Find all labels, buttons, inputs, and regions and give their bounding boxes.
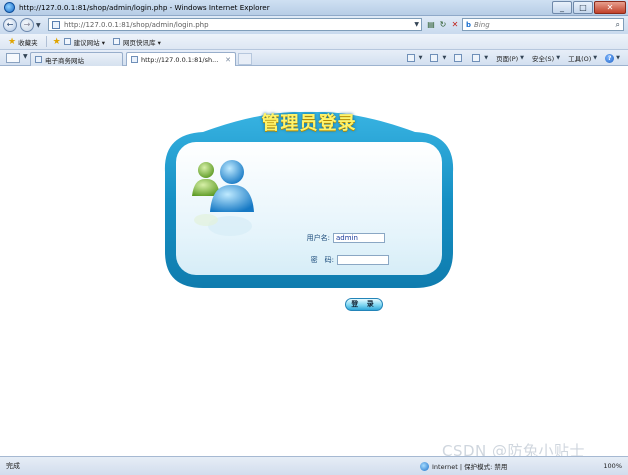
chevron-down-icon: ▼ — [418, 55, 423, 61]
history-dropdown-icon[interactable]: ▼ — [36, 22, 41, 29]
password-input[interactable] — [337, 255, 389, 265]
print-button[interactable]: ▼ — [472, 54, 488, 62]
favorites-star-icon: ★ — [8, 36, 17, 47]
chevron-down-icon: ▼ — [616, 55, 620, 61]
favorites-button[interactable]: ★ 收藏夹 — [8, 37, 38, 47]
username-row: 用户名: admin — [300, 233, 385, 243]
print-icon — [472, 54, 481, 62]
web-slice-gallery-label: 网页快讯库 ▾ — [123, 38, 161, 47]
password-label: 密 码: — [310, 256, 334, 264]
security-zone[interactable]: Internet | 保护模式: 禁用 — [420, 461, 507, 471]
suggested-sites-link[interactable]: 建议网站 ▾ — [63, 37, 105, 47]
window-controls: _ □ ✕ — [551, 1, 626, 14]
forward-button[interactable]: → — [20, 18, 34, 32]
address-input[interactable]: http://127.0.0.1:81/shop/admin/login.php… — [48, 18, 422, 31]
tab-bar: ▼ 电子商务网站 http://127.0.0.1:81/sh... ✕ ▼ ▼… — [0, 50, 628, 66]
new-tab-button[interactable] — [238, 53, 252, 65]
page-menu-label: 页面(P) — [496, 55, 519, 63]
globe-icon — [420, 461, 429, 471]
quick-tabs-icon[interactable] — [6, 53, 20, 63]
home-button[interactable]: ▼ — [406, 54, 423, 62]
home-icon — [406, 54, 415, 62]
favorites-bar: ★ 收藏夹 ★ 建议网站 ▾ 网页快讯库 ▾ — [0, 34, 628, 50]
favorites-divider — [45, 36, 47, 47]
status-text: 完成 — [6, 462, 20, 470]
web-slice-gallery-link[interactable]: 网页快讯库 ▾ — [113, 37, 161, 47]
feed-icon — [430, 54, 439, 62]
safety-menu-label: 安全(S) — [532, 55, 555, 63]
tab-list-dropdown-icon[interactable]: ▼ — [23, 53, 28, 60]
login-button[interactable]: 登 录 — [345, 298, 383, 311]
bing-logo-icon: b — [466, 20, 472, 29]
add-favorite-icon[interactable]: ★ — [53, 37, 61, 47]
tab-label: http://127.0.0.1:81/sh... — [141, 55, 219, 64]
search-icon[interactable]: ⌕ — [616, 20, 620, 30]
users-avatar-icon — [192, 160, 254, 236]
mail-button[interactable] — [454, 54, 464, 62]
chevron-down-icon: ▼ — [484, 55, 489, 61]
feeds-button[interactable]: ▼ — [430, 54, 446, 62]
command-bar: ▼ ▼ ▼ 页面(P) ▼ 安全(S) ▼ 工具(O) ▼ ? ▼ — [399, 53, 620, 63]
search-placeholder: Bing — [474, 20, 490, 29]
chevron-down-icon: ▼ — [442, 55, 447, 61]
status-bar: 完成 Internet | 保护模式: 禁用 100% — [0, 456, 628, 475]
search-input[interactable]: b Bing ⌕ — [462, 18, 624, 31]
address-toolbar: ← → ▼ http://127.0.0.1:81/shop/admin/log… — [0, 16, 628, 34]
tab-label: 电子商务网站 — [45, 56, 84, 65]
tools-menu[interactable]: 工具(O) ▼ — [568, 53, 597, 63]
login-title: 管理员登录 — [261, 113, 357, 134]
username-input[interactable]: admin — [333, 233, 385, 243]
mail-icon — [454, 54, 463, 62]
back-button[interactable]: ← — [3, 18, 17, 32]
stop-icon[interactable]: ✕ — [449, 19, 461, 31]
address-dropdown-icon[interactable]: ▼ — [414, 21, 419, 28]
help-button[interactable]: ? ▼ — [605, 53, 620, 63]
password-row: 密 码: — [304, 255, 389, 265]
window-title-bar: http://127.0.0.1:81/shop/admin/login.php… — [0, 0, 628, 16]
page-icon — [52, 20, 60, 29]
zoom-level[interactable]: 100% — [603, 462, 622, 470]
tools-menu-label: 工具(O) — [568, 55, 592, 63]
tab-page-icon — [35, 56, 42, 63]
tab-admin-login[interactable]: http://127.0.0.1:81/sh... ✕ — [126, 52, 236, 66]
security-zone-label: Internet | 保护模式: 禁用 — [432, 463, 508, 471]
page-menu[interactable]: 页面(P) ▼ — [496, 53, 524, 63]
url-text: http://127.0.0.1:81/shop/admin/login.php — [64, 20, 209, 29]
favorites-label: 收藏夹 — [18, 38, 38, 47]
close-window-button[interactable]: ✕ — [594, 1, 626, 14]
chevron-down-icon: ▼ — [520, 55, 525, 61]
tab-ecommerce-site[interactable]: 电子商务网站 — [30, 52, 123, 66]
username-label: 用户名: — [306, 234, 330, 242]
window-title: http://127.0.0.1:81/shop/admin/login.php… — [19, 3, 270, 12]
ie-logo-icon — [4, 2, 15, 13]
suggested-sites-label: 建议网站 ▾ — [73, 38, 105, 47]
help-icon: ? — [605, 53, 615, 63]
tab-page-icon — [131, 56, 138, 63]
refresh-icon[interactable]: ↻ — [437, 19, 449, 31]
chevron-down-icon: ▼ — [556, 55, 561, 61]
suggested-sites-icon — [63, 38, 71, 45]
safety-menu[interactable]: 安全(S) ▼ — [532, 53, 560, 63]
maximize-button[interactable]: □ — [573, 1, 593, 14]
chevron-down-icon: ▼ — [593, 55, 598, 61]
compatibility-view-icon[interactable]: ▤ — [425, 19, 437, 31]
close-tab-icon[interactable]: ✕ — [225, 56, 231, 64]
minimize-button[interactable]: _ — [552, 1, 572, 14]
web-slice-gallery-icon — [113, 38, 120, 45]
